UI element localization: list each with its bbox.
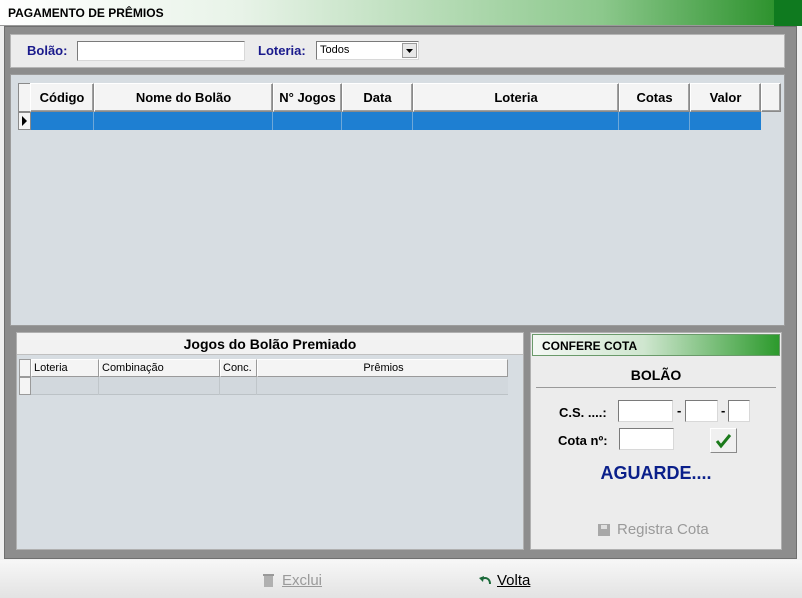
- cs-field-3[interactable]: [728, 400, 750, 422]
- col-n-jogos[interactable]: N° Jogos: [273, 83, 342, 112]
- divider: [536, 387, 776, 388]
- title-corner: [774, 0, 802, 26]
- row-cell: [413, 112, 619, 130]
- dash: -: [721, 403, 726, 418]
- col-cotas[interactable]: Cotas: [619, 83, 690, 112]
- exclui-button[interactable]: Exclui: [262, 572, 332, 592]
- check-icon: [715, 434, 732, 449]
- dash: -: [677, 403, 682, 418]
- row-cell: [273, 112, 342, 130]
- confere-cota-title: CONFERE COTA: [542, 339, 638, 353]
- row-indicator-header: [19, 359, 31, 377]
- confere-cota-header: CONFERE COTA: [532, 334, 780, 356]
- loteria-select[interactable]: Todos: [316, 41, 419, 60]
- exclui-label: Exclui: [282, 572, 323, 589]
- row-cell: [619, 112, 690, 130]
- volta-label: Volta: [497, 572, 531, 589]
- row-cell: [342, 112, 413, 130]
- jogos-title: Jogos do Bolão Premiado: [183, 336, 357, 352]
- col-premios[interactable]: Prêmios: [257, 359, 508, 377]
- row-indicator: [19, 377, 31, 395]
- loteria-label: Loteria:: [258, 43, 306, 58]
- undo-icon: [479, 576, 491, 585]
- chevron-down-icon[interactable]: [402, 43, 417, 58]
- cota-input[interactable]: [619, 428, 674, 450]
- window-title: PAGAMENTO DE PRÊMIOS: [8, 6, 164, 20]
- col-codigo[interactable]: Código: [30, 83, 94, 112]
- col-conc[interactable]: Conc.: [220, 359, 257, 377]
- bolao-input[interactable]: [77, 41, 245, 61]
- confere-cota-panel: CONFERE COTA BOLÃO C.S. ....: - - Cota n…: [530, 332, 782, 550]
- volta-button[interactable]: Volta: [478, 572, 548, 592]
- cota-label: Cota nº:: [558, 433, 608, 448]
- bolao-label: Bolão:: [27, 43, 68, 58]
- cs-label: C.S. ....:: [559, 405, 607, 420]
- col-nome-bolao[interactable]: Nome do Bolão: [94, 83, 273, 112]
- cs-field-1[interactable]: [618, 400, 673, 422]
- filter-bar: Bolão: Loteria: Todos: [10, 34, 785, 68]
- row-cell: [94, 112, 273, 130]
- registra-cota-label: Registra Cota: [617, 521, 709, 538]
- title-bar: PAGAMENTO DE PRÊMIOS: [0, 0, 802, 26]
- bolao-subtitle: BOLÃO: [630, 367, 682, 383]
- trash-icon: [263, 574, 274, 587]
- col-data[interactable]: Data: [342, 83, 413, 112]
- col-loteria[interactable]: Loteria: [413, 83, 619, 112]
- col-combinacao[interactable]: Combinação: [99, 359, 220, 377]
- status-text: AGUARDE....: [600, 463, 712, 483]
- row-pointer-icon: [18, 112, 31, 130]
- col-extra: [761, 83, 781, 112]
- jogos-panel: Jogos do Bolão Premiado Loteria Combinaç…: [16, 332, 524, 550]
- registra-cota-button[interactable]: Registra Cota: [597, 521, 727, 541]
- bottom-bar: Exclui Volta: [0, 560, 802, 598]
- check-button[interactable]: [710, 428, 737, 453]
- table-row[interactable]: [31, 377, 508, 395]
- loteria-select-value: Todos: [320, 44, 350, 56]
- row-cell: [31, 112, 94, 130]
- boloes-grid[interactable]: Código Nome do Bolão N° Jogos Data Loter…: [10, 74, 785, 326]
- save-icon: [598, 524, 610, 536]
- cs-field-2[interactable]: [685, 400, 718, 422]
- jogos-title-bar: Jogos do Bolão Premiado: [17, 333, 523, 355]
- col-loteria[interactable]: Loteria: [31, 359, 99, 377]
- col-valor[interactable]: Valor: [690, 83, 761, 112]
